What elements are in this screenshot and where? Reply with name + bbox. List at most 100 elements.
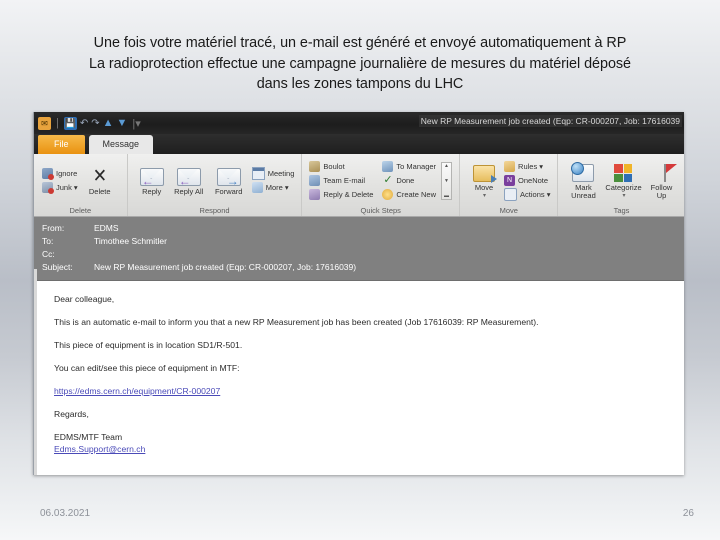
follow-up-button[interactable]: Follow Up [645, 161, 678, 201]
previous-item-icon[interactable]: ▲ [103, 117, 114, 129]
signature-team: EDMS/MTF Team [54, 432, 123, 442]
tab-file[interactable]: File [38, 135, 85, 154]
group-label-tags: Tags [613, 206, 630, 215]
boulot-icon [309, 161, 321, 172]
reply-all-label: Reply All [174, 186, 204, 196]
meeting-button[interactable]: Meeting [251, 167, 295, 180]
quick-steps-scrollbar[interactable]: ▲ ▼ ▬ [441, 161, 453, 200]
delete-button[interactable]: ✕ Delete [81, 165, 119, 197]
support-email-link[interactable]: Edms.Support@cern.ch [54, 444, 145, 454]
quick-step-done[interactable]: ✓ Done [382, 175, 436, 187]
save-icon[interactable]: 💾 [63, 116, 77, 130]
to-label: To: [42, 236, 54, 246]
quick-step-boulot[interactable]: Boulot [309, 161, 373, 173]
ribbon-group-quick-steps: Boulot Team E-mail Reply & Delete To Man… [302, 154, 461, 216]
next-item-icon[interactable]: ▼ [117, 117, 128, 129]
quick-access-toolbar[interactable]: ✉ | 💾 ↶ ↷ ▲ ▼ |▾ [34, 116, 143, 130]
quick-steps-col-1: Boulot Team E-mail Reply & Delete [309, 161, 373, 201]
create-new-label: Create New [396, 190, 437, 199]
reply-all-button[interactable]: ← Reply All [172, 165, 206, 197]
quick-steps-col-2: To Manager ✓ Done Create New [382, 161, 436, 201]
forward-button[interactable]: → Forward [209, 165, 249, 197]
actions-button[interactable]: Actions ▾ [504, 188, 551, 201]
body-regards: Regards, [54, 409, 89, 419]
signature-email-line: Edms.Support@cern.ch [54, 443, 684, 455]
equipment-link-line: https://edms.cern.ch/equipment/CR-000207 [42, 385, 684, 397]
categorize-icon [614, 163, 633, 184]
reply-button[interactable]: ← Reply [135, 165, 169, 197]
reply-all-icon: ← [176, 167, 201, 188]
ignore-button[interactable]: Ignore [42, 168, 78, 180]
rules-label: Rules ▾ [518, 162, 544, 171]
move-button[interactable]: Move ▾ [467, 161, 501, 201]
undo-icon[interactable]: ↶ [80, 118, 88, 129]
heading-line-1: Une fois votre matériel tracé, un e-mail… [93, 35, 627, 51]
onenote-icon: N [504, 175, 516, 186]
mark-unread-button[interactable]: Mark Unread [565, 161, 601, 201]
mark-unread-icon [571, 162, 595, 184]
move-folder-icon [473, 163, 498, 184]
qat-divider: | [56, 117, 59, 129]
ignore-label: Ignore [56, 169, 78, 178]
mail-icon[interactable]: ✉ [38, 116, 51, 130]
forward-label: Forward [214, 186, 243, 196]
reply-delete-label: Reply & Delete [323, 190, 374, 199]
scroll-more-icon[interactable]: ▬ [444, 193, 449, 199]
scroll-down-icon[interactable]: ▼ [444, 178, 449, 184]
quick-step-create-new[interactable]: Create New [382, 189, 436, 201]
to-value[interactable]: Timothee Schmitler [94, 235, 167, 248]
cc-row: Cc: [34, 248, 684, 261]
equipment-link[interactable]: https://edms.cern.ch/equipment/CR-000207 [54, 386, 220, 396]
delete-label: Delete [88, 186, 111, 196]
subject-label: Subject: [42, 262, 73, 272]
junk-button[interactable]: Junk ▾ [42, 182, 78, 194]
reply-label: Reply [142, 186, 162, 196]
redo-icon[interactable]: ↷ [91, 118, 99, 129]
reply-icon: ← [139, 167, 164, 188]
rules-button[interactable]: Rules ▾ [504, 161, 550, 173]
delete-x-icon: ✕ [92, 166, 107, 188]
meeting-label: Meeting [267, 169, 295, 178]
junk-icon [42, 182, 54, 194]
forward-icon: → [216, 167, 241, 188]
subject-value: New RP Measurement job created (Eqp: CR-… [94, 262, 357, 272]
outlook-message-window: ✉ | 💾 ↶ ↷ ▲ ▼ |▾ New RP Measurement job … [33, 112, 684, 475]
body-left-divider [34, 269, 37, 475]
tab-message[interactable]: Message [88, 135, 154, 154]
boulot-label: Boulot [323, 162, 345, 171]
actions-label: Actions ▾ [520, 190, 551, 199]
body-paragraph-1: This is an automatic e-mail to inform yo… [54, 317, 539, 327]
ribbon-group-move: Move ▾ Rules ▾ N OneNote Actions ▾ Move [460, 154, 559, 216]
qat-divider-2: |▾ [132, 117, 141, 130]
categorize-button[interactable]: Categorize ▾ [604, 161, 642, 201]
categorize-chevron-down-icon[interactable]: ▾ [622, 192, 625, 201]
ignore-icon [42, 168, 54, 180]
onenote-button[interactable]: N OneNote [504, 175, 550, 187]
quick-step-reply-delete[interactable]: Reply & Delete [309, 189, 373, 201]
from-row: From: EDMS [34, 222, 684, 235]
ribbon-group-delete: Ignore Junk ▾ ✕ Delete Delete [34, 154, 128, 216]
quick-step-team-email[interactable]: Team E-mail [309, 175, 373, 187]
slide-heading: Une fois votre matériel tracé, un e-mail… [24, 33, 696, 95]
more-respond-button[interactable]: More ▾ [251, 182, 295, 194]
message-body[interactable]: Dear colleague, This is an automatic e-m… [34, 269, 684, 475]
quick-step-to-manager[interactable]: To Manager [382, 161, 436, 173]
group-label-delete: Delete [69, 206, 92, 215]
from-label: From: [42, 223, 65, 233]
respond-small-buttons: Meeting More ▾ [251, 167, 295, 194]
cc-label: Cc: [42, 249, 55, 259]
team-email-label: Team E-mail [323, 176, 366, 185]
body-paragraph-3: You can edit/see this piece of equipment… [54, 363, 240, 373]
move-label: Move [474, 182, 494, 192]
done-label: Done [396, 176, 415, 185]
onenote-label: OneNote [518, 176, 549, 185]
from-value[interactable]: EDMS [94, 222, 119, 235]
group-label-respond: Respond [199, 206, 230, 215]
scroll-up-icon[interactable]: ▲ [444, 163, 449, 169]
ribbon-group-tags: Mark Unread Categorize ▾ Follow Up Tags [558, 154, 684, 216]
group-label-move: Move [499, 206, 518, 215]
more-icon [251, 182, 263, 193]
delete-small-buttons: Ignore Junk ▾ [42, 168, 78, 194]
message-header: From: EDMS To: Timothee Schmitler Cc: Su… [34, 217, 684, 281]
move-chevron-down-icon[interactable]: ▾ [483, 192, 486, 201]
